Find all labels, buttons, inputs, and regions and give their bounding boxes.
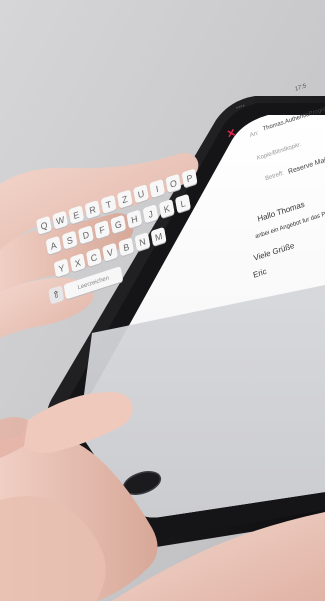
key-m[interactable]: M [150,226,167,247]
key-y[interactable]: Y [53,258,70,278]
key-r[interactable]: R [84,199,101,220]
key-d[interactable]: D [77,225,94,245]
cc-field[interactable]: Kopie/Blindkopie: [256,142,301,162]
key-o[interactable]: O [165,173,182,193]
subject-label: Betreff: [264,170,285,183]
key-f[interactable]: F [94,219,111,240]
key-u[interactable]: U [133,184,149,204]
key-c[interactable]: C [85,247,102,268]
shift-icon[interactable]: ⇧ [48,285,65,305]
key-t[interactable]: T [100,194,117,214]
subject-field[interactable]: Reserve Mail [288,156,325,176]
key-s[interactable]: S [61,230,78,250]
status-bar-carrier: •••• [235,103,246,112]
key-x[interactable]: X [69,253,86,273]
key-i[interactable]: I [149,178,166,199]
key-e[interactable]: E [68,205,85,225]
key-w[interactable]: W [52,210,69,230]
to-field[interactable]: Thomas.AuthenticProgramme [262,102,325,133]
key-j[interactable]: J [142,204,159,224]
close-icon[interactable]: × [224,124,238,142]
key-h[interactable]: H [126,209,143,229]
key-k[interactable]: K [158,198,175,219]
key-n[interactable]: N [134,232,151,252]
key-g[interactable]: G [110,214,127,234]
key-q[interactable]: Q [36,215,52,235]
status-bar-time: 17:5 [294,83,307,93]
key-z[interactable]: Z [116,189,133,209]
key-a[interactable]: A [45,235,62,255]
key-l[interactable]: L [174,193,191,213]
key-b[interactable]: B [118,237,135,257]
key-v[interactable]: V [102,242,119,262]
to-label: An: [249,130,260,139]
key-p[interactable]: P [181,168,198,188]
